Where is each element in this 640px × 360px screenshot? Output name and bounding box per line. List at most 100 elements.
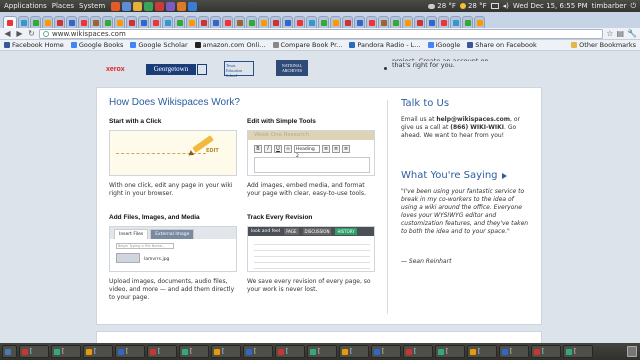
menu-applications[interactable]: Applications	[4, 2, 47, 10]
bookmark-item[interactable]: amazon.com Onli...	[194, 41, 266, 49]
browser-tab[interactable]	[378, 16, 389, 28]
browser-tab[interactable]	[150, 16, 161, 28]
taskbar-window-button[interactable]: [	[275, 345, 305, 358]
bookmark-item[interactable]: iGoogle	[427, 41, 460, 49]
mail-icon[interactable]	[490, 3, 499, 9]
browser-tab[interactable]	[186, 16, 197, 28]
browser-tab[interactable]	[270, 16, 281, 28]
browser-tab[interactable]	[66, 16, 77, 28]
browser-tab[interactable]	[210, 16, 221, 28]
taskbar-window-button[interactable]: [	[435, 345, 465, 358]
launcher-icon[interactable]	[177, 1, 187, 11]
taskbar-window-button[interactable]: [	[179, 345, 209, 358]
browser-tab[interactable]	[246, 16, 257, 28]
weather-sun[interactable]: 28 °F	[459, 2, 487, 10]
trash-icon[interactable]	[627, 346, 637, 357]
browser-tab[interactable]	[342, 16, 353, 28]
browser-tab[interactable]	[198, 16, 209, 28]
star-icon[interactable]: ☆	[606, 29, 613, 38]
browser-tab[interactable]	[390, 16, 401, 28]
launcher-icon[interactable]	[122, 1, 132, 11]
browser-tab[interactable]	[42, 16, 53, 28]
favicon-icon	[224, 19, 231, 26]
browser-tab[interactable]	[402, 16, 413, 28]
launcher-icon[interactable]	[111, 1, 121, 11]
email-link[interactable]: help@wikispaces.com	[436, 116, 510, 123]
browser-tab[interactable]	[294, 16, 305, 28]
address-bar[interactable]: www.wikispaces.com	[39, 28, 604, 39]
bookmark-item[interactable]: Facebook Home	[4, 41, 64, 49]
launcher-icon[interactable]	[133, 1, 143, 11]
taskbar-window-button[interactable]: [	[467, 345, 497, 358]
browser-tab[interactable]	[318, 16, 329, 28]
browser-tab[interactable]	[18, 16, 29, 28]
browser-tab[interactable]	[354, 16, 365, 28]
browser-tab[interactable]	[162, 16, 173, 28]
browser-tab[interactable]	[474, 16, 485, 28]
volume-icon[interactable]: ◂)	[503, 2, 509, 10]
testimonials-heading[interactable]: What You're Saying	[401, 170, 507, 181]
taskbar-window-button[interactable]: [	[307, 345, 337, 358]
launcher-icon[interactable]	[166, 1, 176, 11]
browser-tab[interactable]	[438, 16, 449, 28]
taskbar-window-button[interactable]: [	[115, 345, 145, 358]
taskbar-window-button[interactable]: [	[51, 345, 81, 358]
taskbar-window-button[interactable]: [	[563, 345, 593, 358]
taskbar-window-button[interactable]: [	[339, 345, 369, 358]
launcher-icon[interactable]	[188, 1, 198, 11]
clock[interactable]: Wed Dec 15, 6:55 PM	[513, 2, 588, 10]
browser-tab[interactable]	[3, 16, 17, 28]
taskbar-window-button[interactable]: [	[243, 345, 273, 358]
taskbar-window-button[interactable]: [	[211, 345, 241, 358]
taskbar-window-button[interactable]: [	[147, 345, 177, 358]
power-icon[interactable]: ⏻	[630, 2, 636, 11]
bookmark-item[interactable]: Google Scholar	[130, 41, 188, 49]
browser-tab[interactable]	[450, 16, 461, 28]
browser-tab[interactable]	[78, 16, 89, 28]
taskbar-window-button[interactable]: [	[499, 345, 529, 358]
browser-tab[interactable]	[258, 16, 269, 28]
favicon-icon	[20, 19, 27, 26]
browser-tab[interactable]	[90, 16, 101, 28]
forward-icon[interactable]: ▶	[15, 29, 24, 38]
page-menu-icon[interactable]: ▤	[616, 29, 624, 38]
browser-tab[interactable]	[414, 16, 425, 28]
taskbar-window-button[interactable]: [	[403, 345, 433, 358]
back-icon[interactable]: ◀	[3, 29, 12, 38]
reload-icon[interactable]: ↻	[27, 29, 36, 38]
browser-tab[interactable]	[174, 16, 185, 28]
launcher-icon[interactable]	[155, 1, 165, 11]
menu-system[interactable]: System	[79, 2, 105, 10]
taskbar-window-button[interactable]: [	[531, 345, 561, 358]
bookmark-item[interactable]: Pandora Radio - L...	[349, 41, 421, 49]
bookmark-item[interactable]: Share on Facebook	[467, 41, 537, 49]
browser-tab[interactable]	[126, 16, 137, 28]
launcher-icon[interactable]	[144, 1, 154, 11]
taskbar-window-button[interactable]	[2, 345, 17, 358]
browser-tab[interactable]	[306, 16, 317, 28]
browser-tab[interactable]	[138, 16, 149, 28]
user-name[interactable]: timbarber	[592, 2, 627, 10]
browser-tab[interactable]	[366, 16, 377, 28]
app-icon	[278, 348, 284, 355]
wrench-icon[interactable]: 🔧	[627, 29, 637, 38]
browser-tab[interactable]	[330, 16, 341, 28]
other-bookmarks[interactable]: Other Bookmarks	[571, 41, 636, 49]
bookmark-item[interactable]: Compare Book Pr...	[272, 41, 342, 49]
app-icon	[566, 348, 572, 355]
browser-tab[interactable]	[234, 16, 245, 28]
menu-places[interactable]: Places	[52, 2, 74, 10]
taskbar-window-button[interactable]: [	[83, 345, 113, 358]
browser-tab[interactable]	[54, 16, 65, 28]
browser-tab[interactable]	[282, 16, 293, 28]
browser-tab[interactable]	[30, 16, 41, 28]
browser-tab[interactable]	[426, 16, 437, 28]
weather-cloud[interactable]: 28 °F	[428, 2, 456, 10]
taskbar-window-button[interactable]: [	[19, 345, 49, 358]
browser-tab[interactable]	[222, 16, 233, 28]
bookmark-item[interactable]: Google Books	[70, 41, 123, 49]
browser-tab[interactable]	[462, 16, 473, 28]
browser-tab[interactable]	[114, 16, 125, 28]
browser-tab[interactable]	[102, 16, 113, 28]
taskbar-window-button[interactable]: [	[371, 345, 401, 358]
